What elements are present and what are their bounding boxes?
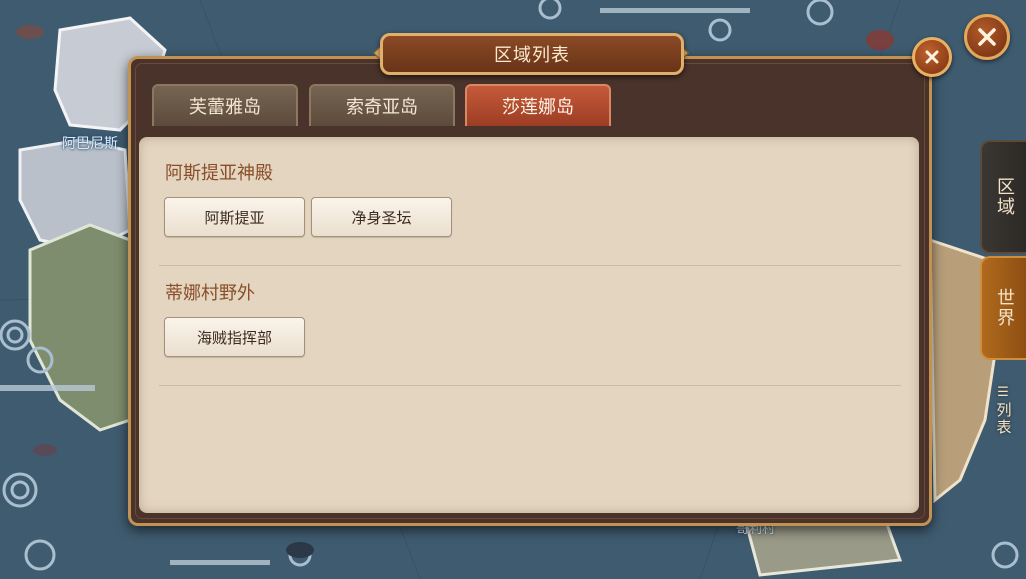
list-icon: ☰: [997, 384, 1011, 400]
section-divider: [159, 385, 901, 386]
close-icon: [978, 28, 996, 46]
side-tab-list[interactable]: ☰ 列表: [982, 375, 1026, 445]
side-tab-list-label: 列表: [994, 401, 1013, 436]
close-map-button[interactable]: [964, 14, 1010, 60]
side-tab-world[interactable]: 世界: [980, 256, 1026, 360]
region-button[interactable]: 净身圣坛: [311, 197, 452, 237]
region-button[interactable]: 海贼指挥部: [164, 317, 305, 357]
section-title: 蒂娜村野外: [165, 283, 255, 304]
close-icon: [925, 50, 939, 64]
close-panel-button[interactable]: [912, 37, 952, 77]
map-place-label: 阿巴尼斯: [62, 136, 118, 152]
tab-island-3[interactable]: 莎莲娜岛: [465, 84, 611, 126]
section-title: 阿斯提亚神殿: [165, 163, 273, 184]
region-button[interactable]: 阿斯提亚: [164, 197, 305, 237]
region-content: 阿斯提亚神殿 阿斯提亚 净身圣坛 蒂娜村野外 海贼指挥部: [139, 137, 919, 513]
section-divider: [159, 265, 901, 266]
tab-island-1[interactable]: 芙蕾雅岛: [152, 84, 298, 126]
side-tab-region[interactable]: 区域: [980, 140, 1026, 254]
panel-title: 区域列表: [380, 33, 684, 75]
tab-island-2[interactable]: 索奇亚岛: [309, 84, 455, 126]
